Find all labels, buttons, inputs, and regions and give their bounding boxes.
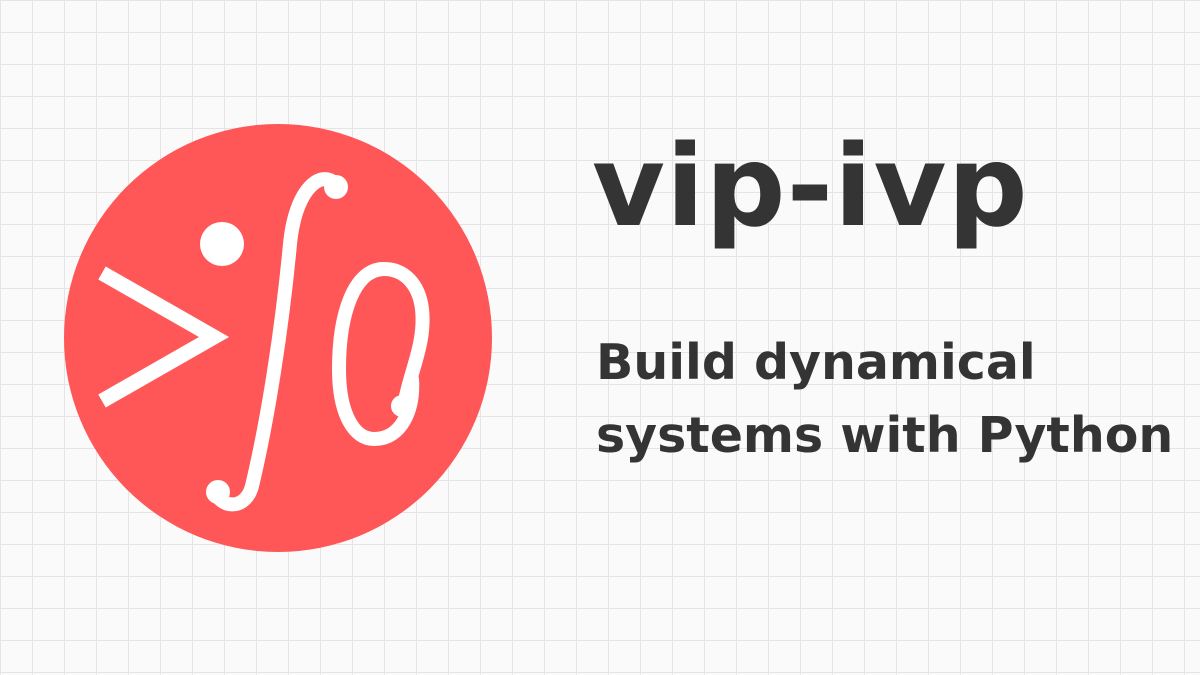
logo-icon: [64, 124, 492, 552]
rho-tail-terminal: [391, 395, 413, 417]
dot-glyph: [200, 222, 244, 266]
tagline: Build dynamical systems with Python: [596, 334, 1174, 464]
integral-bottom-terminal: [206, 480, 230, 504]
page-title: vip-ivp: [592, 122, 1029, 252]
integral-top-terminal: [324, 175, 348, 199]
